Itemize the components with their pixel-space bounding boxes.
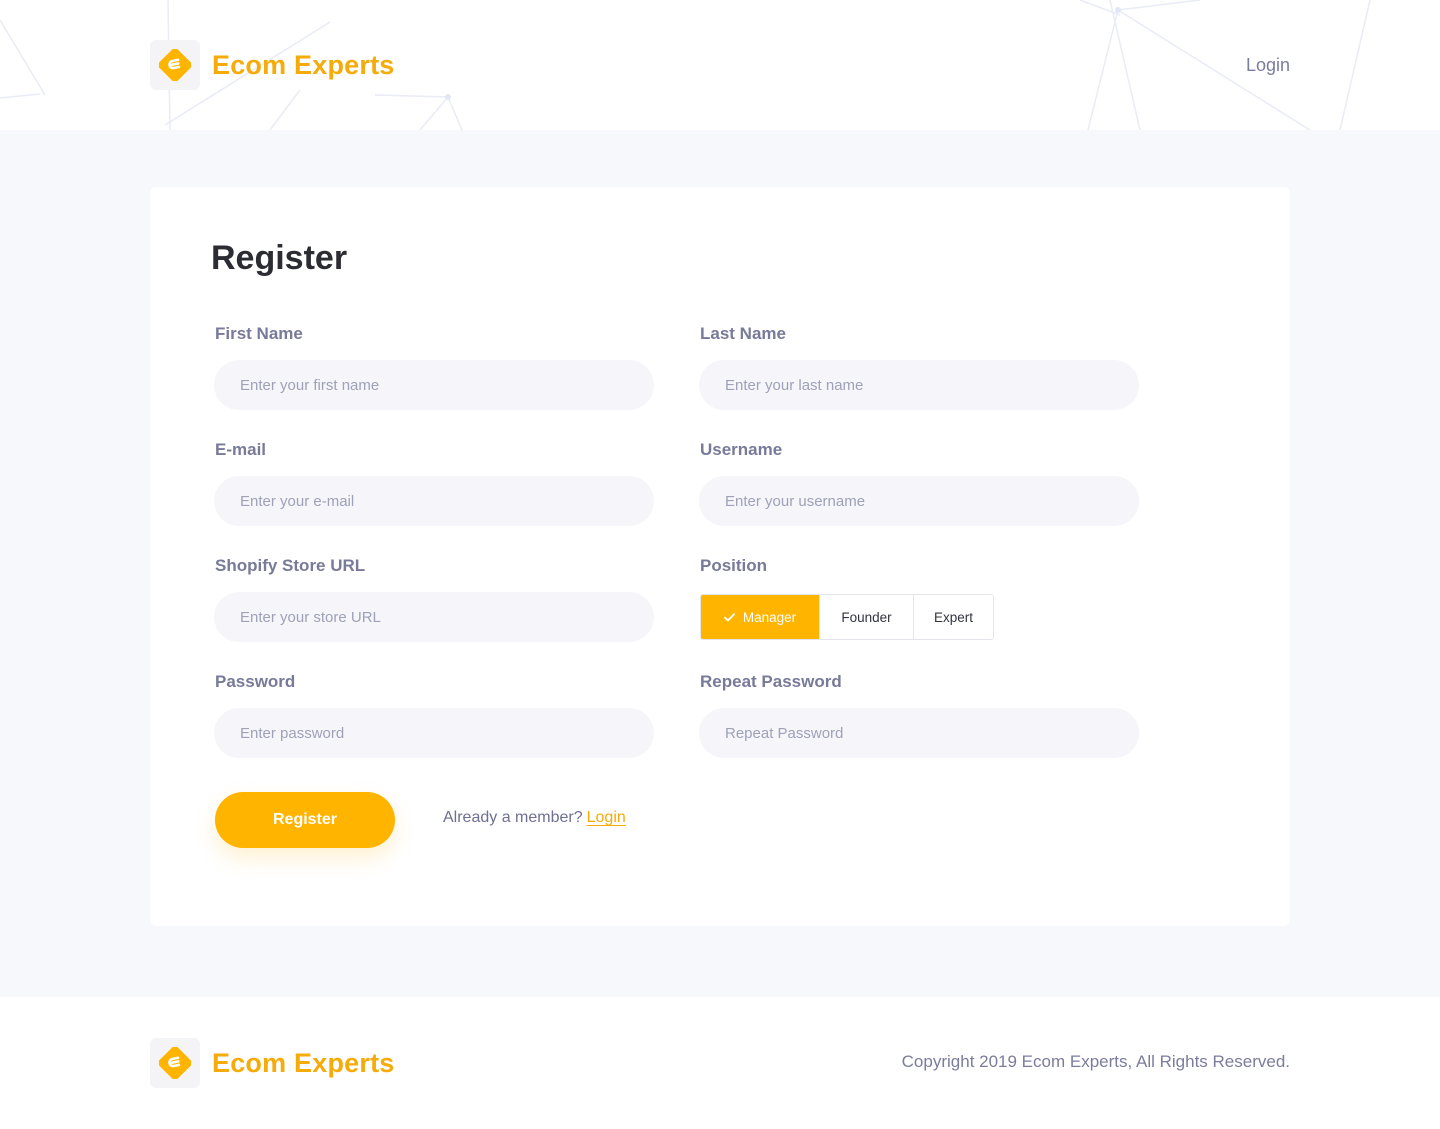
position-option-expert[interactable]: Expert (913, 595, 993, 639)
copyright-text: Copyright 2019 Ecom Experts, All Rights … (901, 1052, 1290, 1071)
checkmark-icon (723, 612, 735, 622)
register-card: Register First Name Last Name E-mail Use… (150, 187, 1290, 926)
username-label: Username (700, 440, 783, 459)
last-name-input[interactable] (699, 360, 1139, 410)
repeat-password-label: Repeat Password (700, 672, 842, 691)
register-button[interactable]: Register (215, 792, 395, 848)
email-label: E-mail (215, 440, 267, 459)
member-prompt-text: Already a member? (443, 809, 583, 826)
store-url-input[interactable] (214, 592, 654, 642)
brand-name: Ecom Experts (212, 49, 395, 80)
page-title: Register (211, 239, 348, 277)
footer-brand-link[interactable]: Ecom Experts (150, 1038, 394, 1088)
position-selector: Manager Founder Expert (700, 594, 994, 640)
username-input[interactable] (699, 476, 1139, 526)
position-option-manager[interactable]: Manager (701, 595, 819, 639)
repeat-password-input[interactable] (699, 708, 1139, 758)
store-url-label: Shopify Store URL (215, 556, 366, 575)
first-name-label: First Name (215, 324, 303, 343)
ecom-experts-logo-icon (150, 40, 200, 90)
site-footer: Ecom Experts Copyright 2019 Ecom Experts… (0, 997, 1440, 1129)
first-name-input[interactable] (214, 360, 654, 410)
position-option-label: Expert (933, 609, 974, 625)
password-label: Password (215, 672, 296, 691)
position-option-founder[interactable]: Founder (819, 595, 913, 639)
position-option-label: Founder (841, 609, 892, 625)
footer-brand-name: Ecom Experts (212, 1047, 395, 1078)
member-prompt: Already a member? Login (443, 809, 626, 827)
site-header: Ecom Experts Login (0, 0, 1440, 130)
ecom-experts-logo-icon (150, 1038, 200, 1088)
member-login-link[interactable]: Login (587, 809, 626, 826)
header-login-link[interactable]: Login (1246, 55, 1290, 76)
last-name-label: Last Name (700, 324, 786, 343)
brand-logo-link[interactable]: Ecom Experts (150, 40, 394, 90)
position-option-label: Manager (742, 609, 797, 625)
main-area: Register First Name Last Name E-mail Use… (0, 130, 1440, 997)
position-label: Position (700, 556, 768, 575)
password-input[interactable] (214, 708, 654, 758)
email-input[interactable] (214, 476, 654, 526)
